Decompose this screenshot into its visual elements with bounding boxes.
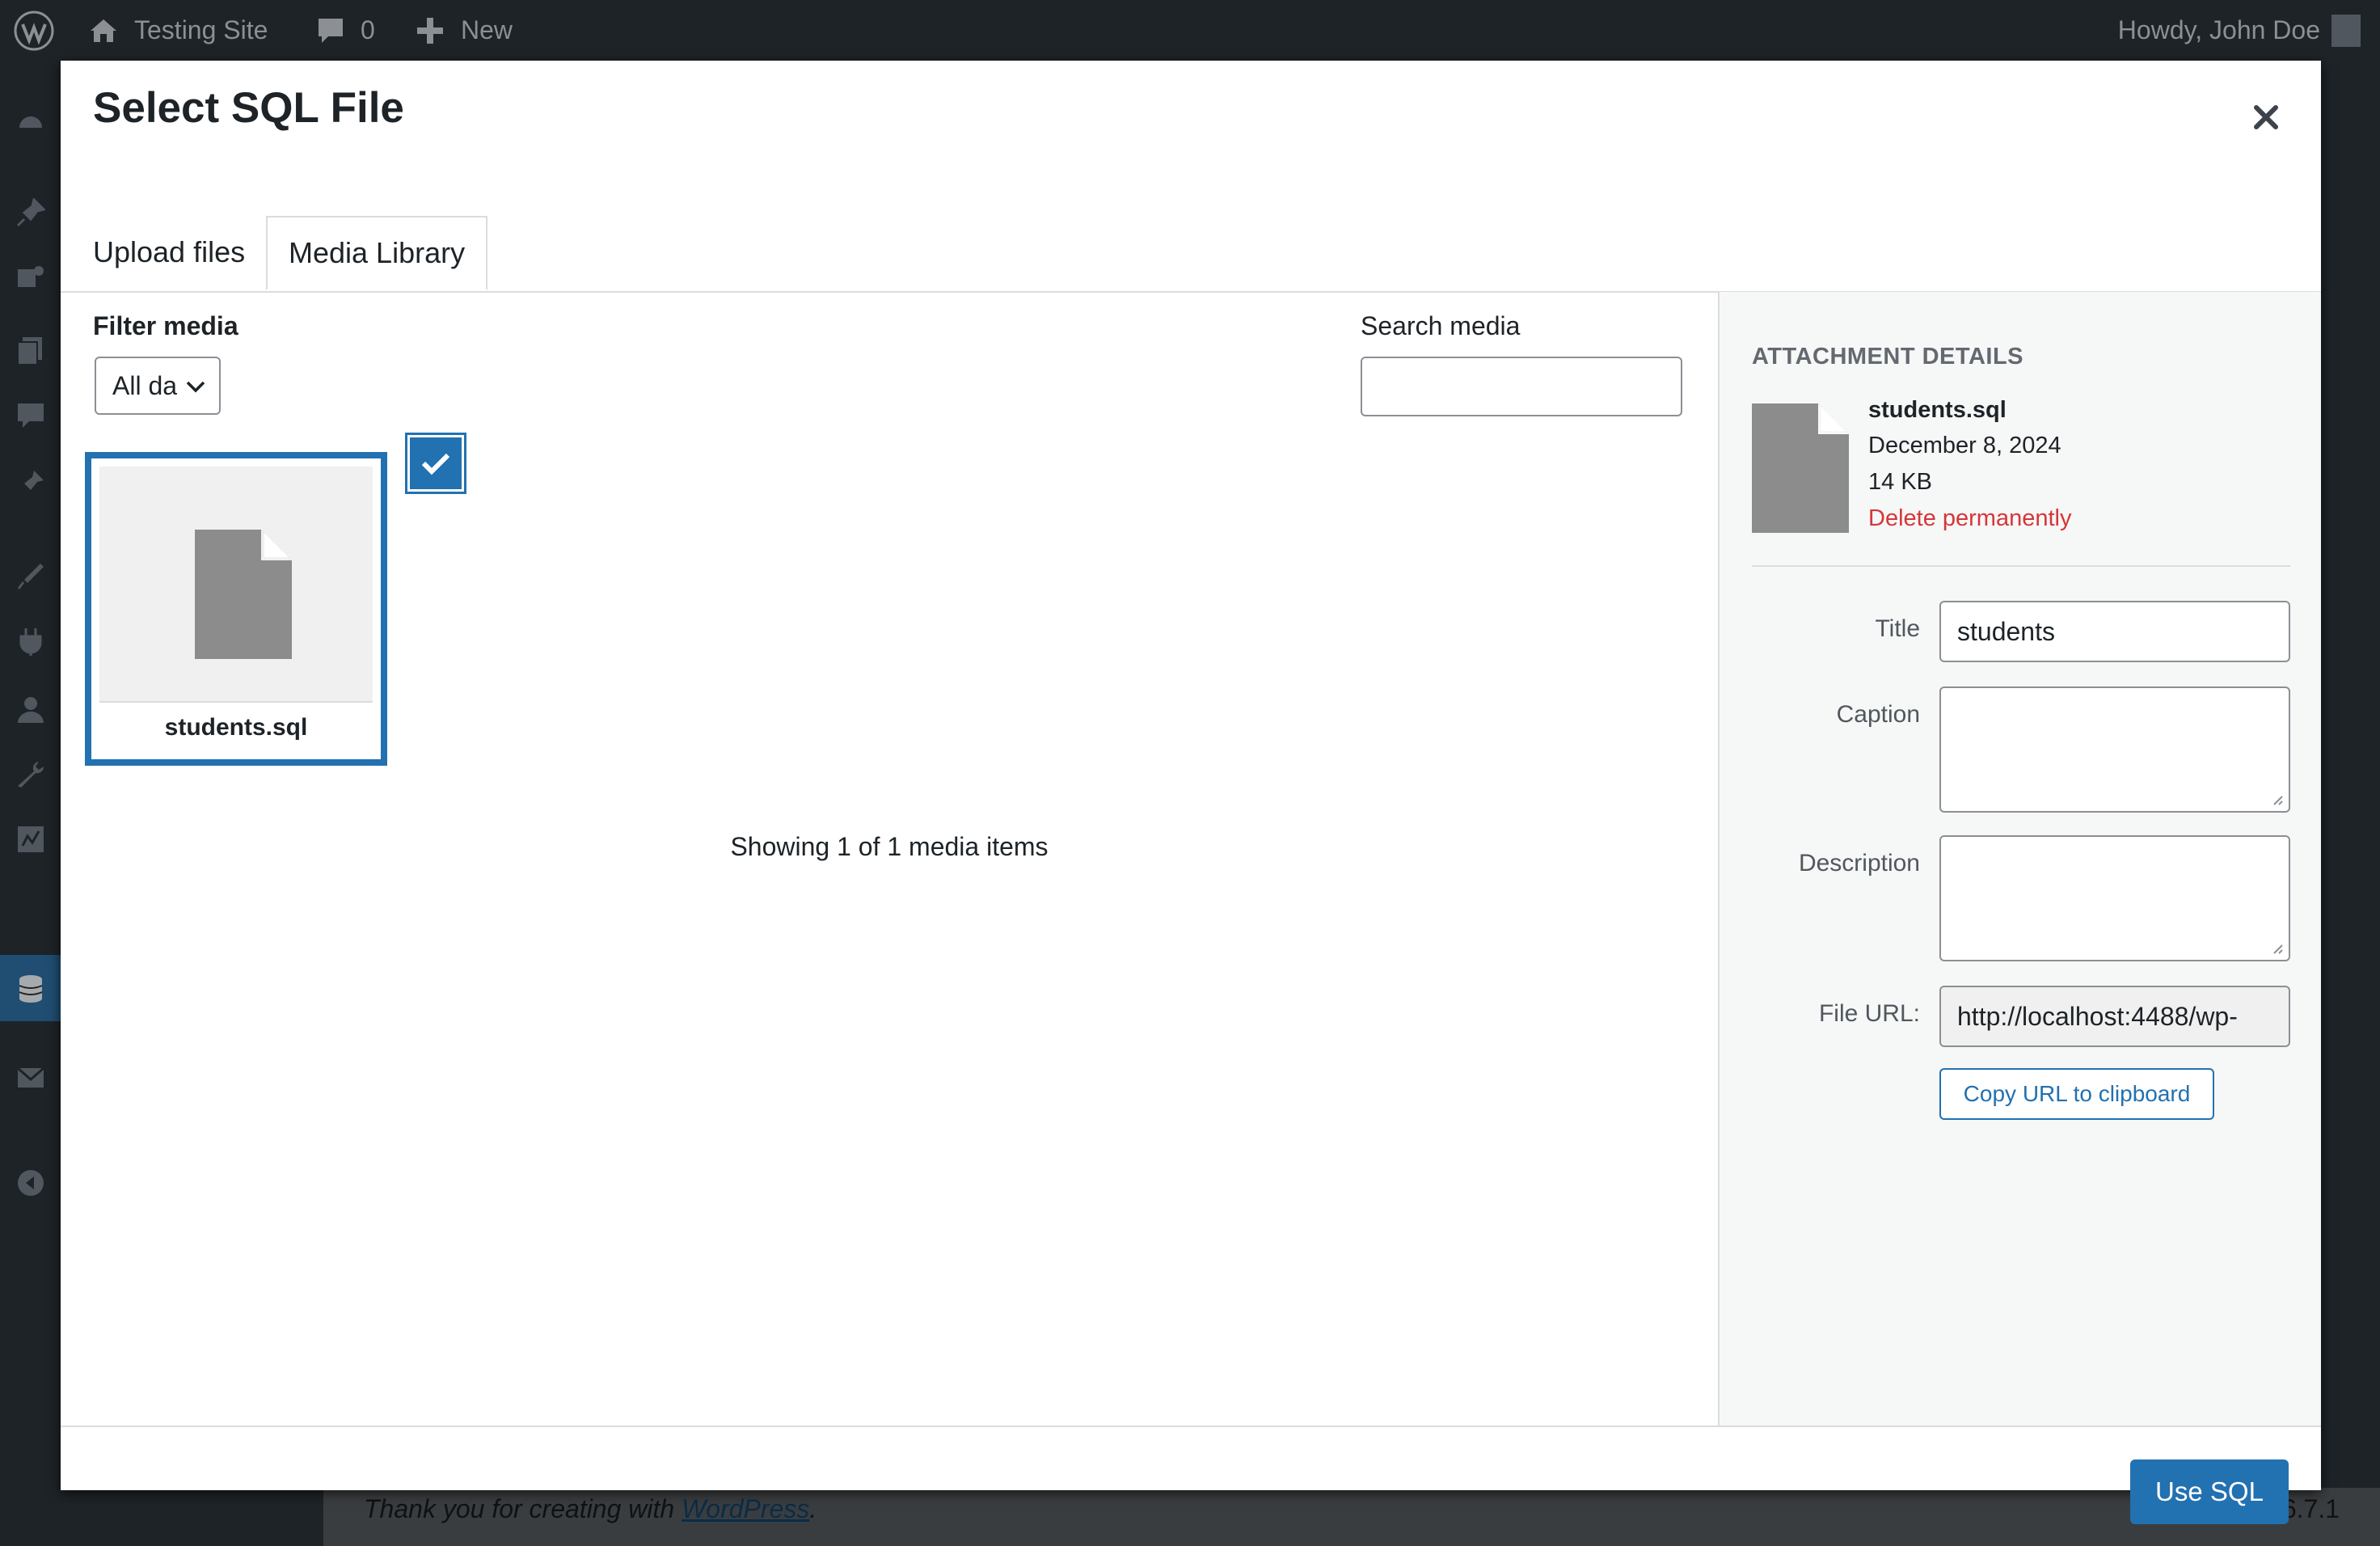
admin-sidebar <box>0 61 61 1546</box>
filter-media-label: Filter media <box>93 311 238 340</box>
plugins-icon[interactable] <box>16 627 45 656</box>
modal-toolbar: Use SQL <box>61 1426 2321 1524</box>
title-input[interactable]: students <box>1939 601 2290 662</box>
account-menu[interactable]: Howdy, John Doe <box>2118 0 2320 61</box>
dashboard-icon[interactable] <box>16 105 45 134</box>
posts-pin-icon[interactable] <box>16 198 45 227</box>
document-icon <box>1752 403 1849 533</box>
document-icon <box>195 530 292 659</box>
search-media-input[interactable] <box>1361 357 1682 416</box>
attachment-tile[interactable]: students.sql <box>85 452 387 766</box>
mail-icon[interactable] <box>16 1063 45 1092</box>
use-sql-button[interactable]: Use SQL <box>2130 1459 2289 1524</box>
attachment-thumbnail <box>99 467 373 701</box>
caption-label: Caption <box>1836 701 1920 728</box>
details-size: 14 KB <box>1868 469 1932 495</box>
media-icon[interactable] <box>16 263 45 292</box>
file-url-input[interactable]: http://localhost:4488/wp- <box>1939 986 2290 1047</box>
date-filter-value: All dates <box>112 370 177 400</box>
selected-check-button[interactable] <box>410 437 462 489</box>
comments-count: 0 <box>361 15 375 44</box>
wordpress-link[interactable]: WordPress <box>682 1494 809 1523</box>
modal-title: Select SQL File <box>93 84 404 132</box>
admin-bar: Testing Site 0 New Howdy, John Doe <box>0 0 2380 61</box>
tab-media-library[interactable]: Media Library <box>266 216 488 290</box>
details-heading: ATTACHMENT DETAILS <box>1752 344 2024 370</box>
description-label: Description <box>1798 850 1920 876</box>
close-icon <box>2254 105 2278 129</box>
new-content-link[interactable]: New <box>416 0 513 61</box>
details-divider <box>1752 565 2290 567</box>
pin-icon[interactable] <box>16 469 45 498</box>
footer-thanks: Thank you for creating with WordPress. <box>364 1494 817 1523</box>
delete-permanently-link[interactable]: Delete permanently <box>1868 505 2071 532</box>
details-date: December 8, 2024 <box>1868 433 2061 458</box>
date-filter-select[interactable]: All dates <box>95 357 221 415</box>
site-home-link[interactable]: Testing Site <box>87 0 268 61</box>
wordpress-logo-icon[interactable] <box>13 0 55 61</box>
greeting: Howdy, John Doe <box>2117 15 2320 44</box>
pages-icon[interactable] <box>16 336 45 365</box>
caption-textarea[interactable] <box>1939 686 2290 813</box>
copy-url-button[interactable]: Copy URL to clipboard <box>1939 1068 2214 1120</box>
description-textarea[interactable] <box>1939 835 2290 961</box>
tools-icon[interactable] <box>16 760 45 789</box>
resize-handle-icon[interactable] <box>2271 942 2284 955</box>
title-label: Title <box>1875 615 1920 642</box>
details-filename: students.sql <box>1868 397 2007 423</box>
settings-icon[interactable] <box>16 825 45 854</box>
comments-icon[interactable] <box>16 400 45 429</box>
media-browser: Filter media All dates Search media stud… <box>61 292 1718 1426</box>
checkmark-icon <box>421 453 450 475</box>
media-count-text: Showing 1 of 1 media items <box>730 832 1049 861</box>
tab-upload-files[interactable]: Upload files <box>72 216 266 289</box>
attachment-details-panel: ATTACHMENT DETAILS students.sql December… <box>1718 292 2321 1426</box>
comments-link[interactable]: 0 <box>315 0 375 61</box>
home-icon <box>91 19 116 42</box>
attachment-filename: students.sql <box>99 701 373 753</box>
comment-icon <box>319 18 343 43</box>
media-modal: Select SQL File Upload files Media Libra… <box>61 61 2321 1524</box>
users-icon[interactable] <box>16 695 45 724</box>
chevron-down-icon <box>186 381 205 393</box>
site-name: Testing Site <box>134 15 268 44</box>
close-button[interactable] <box>2242 93 2290 142</box>
resize-handle-icon[interactable] <box>2271 793 2284 806</box>
database-icon[interactable] <box>16 974 45 1003</box>
avatar[interactable] <box>2331 0 2380 61</box>
search-media-label: Search media <box>1361 311 1521 340</box>
modal-tabs: Upload files Media Library <box>61 159 2321 293</box>
plus-icon <box>417 17 443 44</box>
appearance-icon[interactable] <box>16 562 45 591</box>
new-label: New <box>461 15 513 44</box>
file-url-label: File URL: <box>1818 1000 1920 1027</box>
collapse-menu-icon[interactable] <box>16 1168 45 1198</box>
